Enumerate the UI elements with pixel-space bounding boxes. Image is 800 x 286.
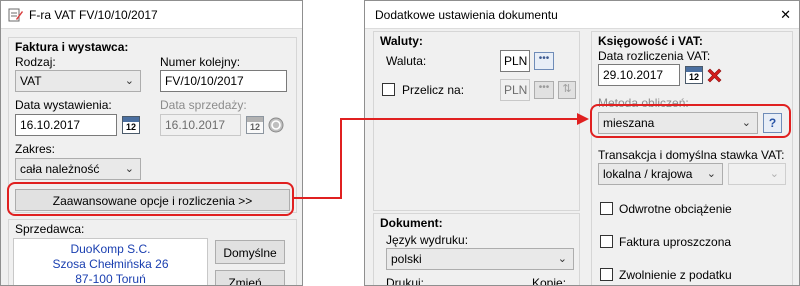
annotation-arrow <box>294 113 589 199</box>
